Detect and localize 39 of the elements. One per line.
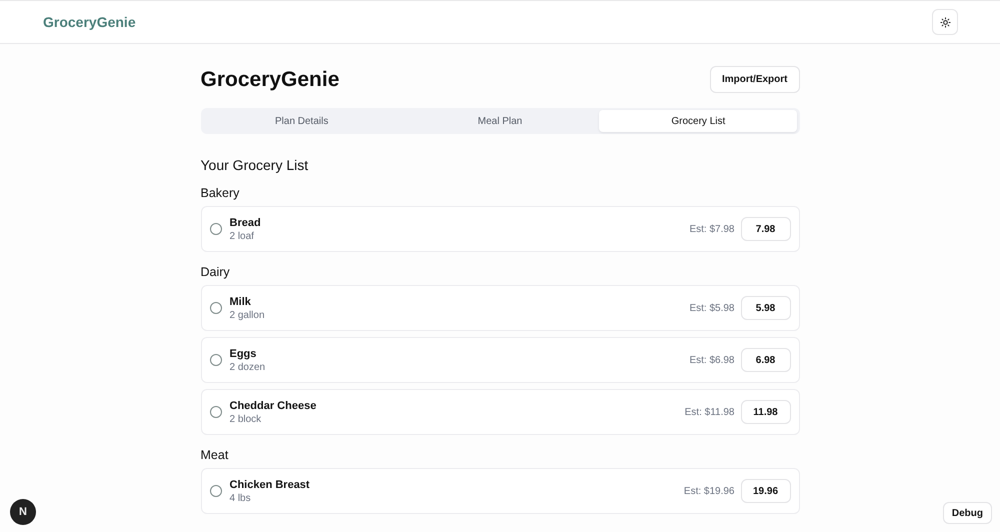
item-checkbox[interactable] bbox=[210, 485, 222, 497]
category-heading: Meat bbox=[200, 448, 230, 462]
price-field[interactable]: 7.98 bbox=[740, 217, 790, 241]
tab[interactable]: Grocery List bbox=[599, 110, 798, 132]
item-checkbox[interactable] bbox=[210, 354, 222, 366]
item-checkbox[interactable] bbox=[210, 223, 222, 235]
item-name: Milk bbox=[230, 296, 252, 308]
category-heading: Bakery bbox=[200, 186, 240, 200]
item-quantity: 2 dozen bbox=[230, 362, 266, 372]
item-quantity: 2 block bbox=[230, 414, 262, 424]
item-name: Eggs bbox=[230, 348, 258, 360]
estimated-price: Est: $19.96 bbox=[684, 486, 734, 496]
import-export-button[interactable]: Import/Export bbox=[710, 66, 800, 93]
item-quantity: 4 lbs bbox=[230, 492, 252, 504]
estimated-price: Est: $11.98 bbox=[684, 406, 734, 418]
estimated-price: Est: $7.98 bbox=[689, 224, 734, 234]
sun-icon bbox=[940, 16, 950, 28]
estimated-price: Est: $6.98 bbox=[689, 354, 734, 366]
dev-badge[interactable]: N bbox=[10, 499, 36, 525]
price-field[interactable]: 11.98 bbox=[740, 400, 790, 424]
price-field[interactable]: 6.98 bbox=[740, 348, 790, 372]
section-title: Your Grocery List bbox=[200, 157, 310, 173]
estimated-price: Est: $5.98 bbox=[689, 302, 734, 314]
theme-toggle-button[interactable] bbox=[932, 9, 958, 35]
category-heading: Dairy bbox=[200, 265, 231, 279]
item-quantity: 2 gallon bbox=[230, 310, 266, 320]
item-name: Chicken Breast bbox=[230, 478, 311, 490]
tab[interactable]: Meal Plan bbox=[400, 110, 600, 132]
debug-button[interactable]: Debug bbox=[942, 502, 992, 524]
item-name: Cheddar Cheese bbox=[230, 400, 318, 412]
tab[interactable]: Plan Details bbox=[202, 110, 401, 132]
item-checkbox[interactable] bbox=[210, 302, 222, 314]
item-quantity: 2 loaf bbox=[230, 230, 255, 242]
price-field[interactable]: 19.96 bbox=[740, 479, 790, 503]
item-name: Bread bbox=[230, 216, 262, 228]
page-title: GroceryGenie bbox=[200, 68, 340, 92]
price-field[interactable]: 5.98 bbox=[740, 296, 790, 320]
brand-name[interactable]: GroceryGenie bbox=[43, 14, 136, 30]
item-checkbox[interactable] bbox=[210, 406, 222, 418]
